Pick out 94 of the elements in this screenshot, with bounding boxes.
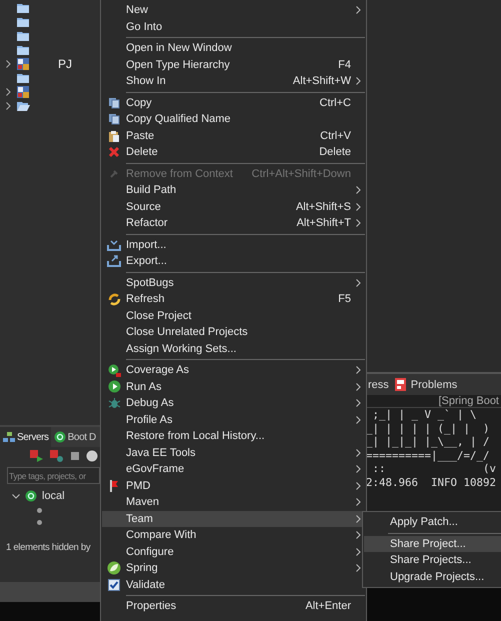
console-line: 2:48.966 INFO 10892	[366, 476, 498, 489]
menu-item[interactable]: Go Into	[102, 18, 365, 35]
menu-item[interactable]: Show In Alt+Shift+W	[102, 73, 365, 90]
menu-item[interactable]: Run As	[102, 378, 365, 395]
menu-item[interactable]: Share Project...	[364, 536, 501, 552]
tray-icon	[107, 255, 121, 268]
folder-icon	[17, 17, 29, 27]
menu-item[interactable]: Export...	[102, 253, 365, 270]
console-line: ;_| | _ V _` | \	[372, 408, 478, 422]
menu-item[interactable]: Close Unrelated Projects	[102, 324, 365, 340]
menu-item[interactable]: Upgrade Projects...	[364, 568, 501, 585]
sphere-icon	[86, 450, 98, 462]
bug-icon	[108, 396, 120, 410]
flag-icon	[109, 478, 119, 493]
menu-item[interactable]: Delete Delete	[102, 144, 365, 160]
menu-item[interactable]: Copy Qualified Name	[102, 111, 365, 128]
project-icon	[17, 58, 30, 70]
menu-item[interactable]: Profile As	[102, 412, 365, 428]
folder-icon	[17, 101, 30, 111]
menu-item[interactable]: Apply Patch...	[364, 514, 501, 530]
menu-item[interactable]: Open in New Window	[102, 40, 365, 56]
tree-item[interactable]: local	[42, 490, 65, 502]
project-icon	[17, 86, 30, 98]
shortcut-text: Delete	[319, 146, 351, 158]
search-field[interactable]: Type tags, projects, or	[7, 467, 100, 484]
menu-item[interactable]: Debug As	[102, 395, 365, 412]
menu-item[interactable]: SpotBugs	[102, 274, 365, 291]
menu-item[interactable]: Copy Ctrl+C	[102, 94, 365, 111]
folder-icon	[17, 3, 29, 13]
copy-icon	[108, 96, 120, 109]
folder-icon	[17, 73, 29, 83]
panel-tab[interactable]: Servers	[0, 427, 51, 447]
menu-item[interactable]: Java EE Tools	[102, 444, 365, 461]
panel-tab[interactable]: ress	[366, 378, 393, 390]
expand-icon[interactable]	[6, 60, 11, 68]
menu-item[interactable]: Open Type Hierarchy F4	[102, 56, 365, 73]
server-debug-icon	[50, 450, 64, 462]
console-line: ==========|___/=/_/	[366, 448, 491, 462]
menu-item[interactable]: Build Path	[102, 182, 365, 198]
menu-item[interactable]: Properties Alt+Enter	[102, 598, 365, 614]
play-icon	[108, 364, 120, 377]
checkbox-icon	[108, 578, 120, 591]
network-icon	[3, 431, 15, 443]
menu-item[interactable]: Spring	[102, 560, 365, 576]
folder-icon	[17, 31, 29, 41]
project-name[interactable]: PJ	[58, 57, 72, 71]
shortcut-text: F4	[338, 58, 351, 71]
expand-icon[interactable]	[6, 102, 11, 110]
panel-tab[interactable]: Boot D	[50, 427, 98, 447]
expand-icon[interactable]	[6, 88, 11, 96]
collapse-icon[interactable]	[12, 494, 20, 498]
menu-item[interactable]: New	[102, 2, 365, 18]
menu-item[interactable]: Configure	[102, 544, 365, 560]
shortcut-text: Alt+Shift+W	[292, 75, 351, 88]
menu-item[interactable]: Import...	[102, 236, 365, 253]
server-start-icon	[30, 450, 44, 462]
power-icon	[54, 431, 66, 443]
menu-item[interactable]: Source Alt+Shift+S	[102, 198, 365, 215]
menu-item[interactable]: Coverage As	[102, 362, 365, 378]
menu-item[interactable]: Paste Ctrl+V	[102, 128, 365, 144]
menu-item[interactable]: Compare With	[102, 527, 365, 544]
menu-item[interactable]: Assign Working Sets...	[102, 340, 365, 357]
menu-item[interactable]: Restore from Local History...	[102, 428, 365, 444]
clipboard-icon	[108, 130, 120, 142]
close-icon	[108, 146, 120, 158]
panel-tab[interactable]: Problems	[392, 378, 462, 391]
shortcut-text: Alt+Enter	[305, 600, 351, 612]
folder-icon	[17, 45, 29, 55]
shortcut-text: Ctrl+V	[320, 130, 351, 142]
menu-item[interactable]: eGovFrame	[102, 461, 365, 478]
leaf-icon	[107, 561, 121, 576]
copy-icon	[108, 113, 120, 126]
bullet-icon	[37, 520, 42, 524]
menu-item[interactable]: Validate	[102, 576, 365, 593]
menu-item[interactable]: Maven	[102, 494, 365, 510]
play-icon	[108, 380, 120, 394]
refresh-icon	[108, 292, 120, 306]
menu-item[interactable]: Refresh F5	[102, 291, 365, 308]
stop-icon	[70, 451, 80, 461]
shortcut-text: Alt+Shift+T	[296, 217, 351, 230]
power-icon	[25, 490, 37, 502]
bullet-icon	[37, 508, 42, 512]
menu-item[interactable]: Refactor Alt+Shift+T	[102, 215, 365, 232]
menu-item[interactable]: Close Project	[102, 308, 365, 324]
status-text: 1 elements hidden by	[6, 542, 90, 553]
shortcut-text: Ctrl+Alt+Shift+Down	[252, 168, 351, 180]
console-line: :: (v	[372, 462, 498, 476]
shortcut-text: F5	[338, 293, 351, 306]
tray-icon	[107, 238, 121, 251]
menu-item[interactable]: PMD	[102, 478, 365, 494]
shortcut-text: Ctrl+C	[320, 96, 351, 109]
shortcut-text: Alt+Shift+S	[296, 200, 351, 213]
menu-item[interactable]: Share Projects...	[364, 552, 501, 568]
menu-item[interactable]: Team	[102, 510, 365, 527]
